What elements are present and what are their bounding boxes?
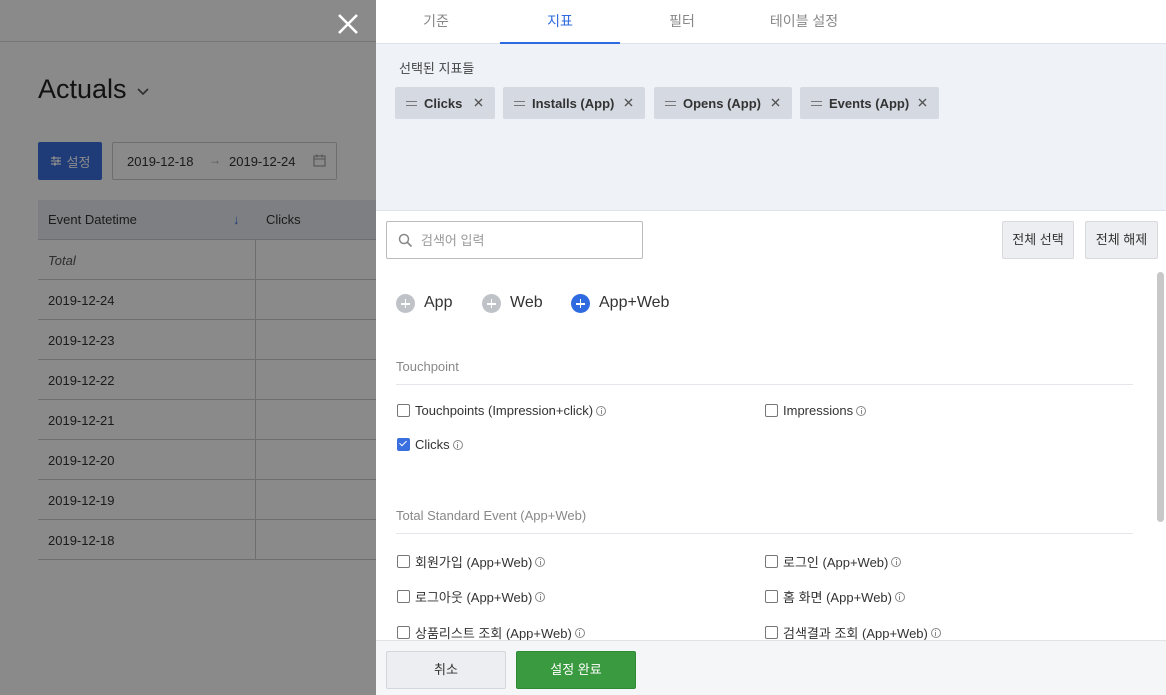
- section-title-touchpoint: Touchpoint: [396, 359, 459, 374]
- info-icon[interactable]: [894, 591, 905, 602]
- info-icon[interactable]: [535, 556, 546, 567]
- info-icon[interactable]: [452, 439, 463, 450]
- tab-metrics[interactable]: 지표: [500, 0, 620, 44]
- chip-label: Installs (App): [532, 96, 615, 111]
- remove-icon[interactable]: [917, 97, 928, 108]
- metric-chip-opens[interactable]: Opens (App): [654, 87, 792, 119]
- checkbox[interactable]: [397, 590, 410, 603]
- plus-circle-icon: [571, 294, 590, 313]
- drag-handle-icon[interactable]: [514, 101, 525, 106]
- scrollbar-thumb[interactable]: [1157, 272, 1164, 522]
- info-icon[interactable]: [535, 591, 546, 602]
- chip-label: Opens (App): [683, 96, 761, 111]
- info-icon[interactable]: [596, 405, 607, 416]
- metric-option[interactable]: 상품리스트 조회 (App+Web): [397, 623, 585, 640]
- tab-table-settings[interactable]: 테이블 설정: [744, 0, 864, 44]
- metric-chip-clicks[interactable]: Clicks: [395, 87, 495, 119]
- plus-circle-icon: [396, 294, 415, 313]
- close-icon[interactable]: [334, 10, 362, 38]
- chip-label: Events (App): [829, 96, 910, 111]
- checkbox[interactable]: [397, 438, 410, 452]
- checkbox[interactable]: [397, 555, 410, 568]
- remove-icon[interactable]: [770, 97, 781, 108]
- remove-icon[interactable]: [623, 97, 634, 108]
- metric-option[interactable]: Impressions: [765, 402, 867, 419]
- checkbox[interactable]: [397, 626, 410, 639]
- select-all-button[interactable]: 전체 선택: [1002, 221, 1074, 259]
- checkbox[interactable]: [397, 404, 410, 418]
- drag-handle-icon[interactable]: [406, 101, 417, 106]
- metric-option[interactable]: 회원가입 (App+Web): [397, 552, 546, 571]
- metric-label: Touchpoints (Impression+click): [415, 403, 594, 419]
- selected-metrics-title: 선택된 지표들: [399, 61, 475, 76]
- search-input[interactable]: [421, 230, 631, 250]
- tab-bar: 기준 지표 필터 테이블 설정: [376, 0, 1166, 44]
- search-icon: [398, 233, 413, 248]
- platform-label: Web: [510, 294, 543, 311]
- metric-chip-installs[interactable]: Installs (App): [503, 87, 645, 119]
- metric-label: 회원가입 (App+Web): [415, 555, 533, 570]
- metric-label: Impressions: [783, 403, 854, 419]
- drag-handle-icon[interactable]: [665, 101, 676, 106]
- metric-chip-events[interactable]: Events (App): [800, 87, 939, 119]
- info-icon[interactable]: [891, 556, 902, 567]
- section-title-standard-event: Total Standard Event (App+Web): [396, 508, 587, 523]
- metric-option[interactable]: 홈 화면 (App+Web): [765, 587, 905, 606]
- metrics-settings-drawer: 기준 지표 필터 테이블 설정 선택된 지표들 Clicks Installs …: [376, 0, 1166, 695]
- metric-option[interactable]: 로그인 (App+Web): [765, 552, 902, 571]
- checkbox[interactable]: [765, 590, 778, 603]
- platform-label: App: [424, 294, 453, 311]
- metric-label: 검색결과 조회 (App+Web): [783, 626, 928, 640]
- metric-search-box[interactable]: [386, 221, 643, 259]
- divider: [396, 384, 1133, 385]
- tab-criteria[interactable]: 기준: [376, 0, 496, 44]
- metric-label: 로그인 (App+Web): [783, 555, 889, 570]
- platform-label: App+Web: [599, 294, 670, 311]
- chip-label: Clicks: [424, 96, 463, 111]
- metric-option[interactable]: Clicks: [397, 436, 463, 452]
- info-icon[interactable]: [930, 627, 941, 638]
- drawer-footer: 취소 설정 완료: [376, 640, 1166, 695]
- apply-settings-button[interactable]: 설정 완료: [516, 651, 636, 689]
- remove-icon[interactable]: [473, 97, 484, 108]
- info-icon[interactable]: [856, 405, 867, 416]
- divider: [396, 533, 1133, 534]
- checkbox[interactable]: [765, 626, 778, 639]
- cancel-button[interactable]: 취소: [386, 651, 506, 689]
- info-icon[interactable]: [574, 627, 585, 638]
- metric-label: 홈 화면 (App+Web): [783, 590, 892, 605]
- metric-option[interactable]: 로그아웃 (App+Web): [397, 587, 546, 606]
- checkbox[interactable]: [765, 404, 778, 418]
- metric-label: 로그아웃 (App+Web): [415, 590, 533, 605]
- metric-option[interactable]: Touchpoints (Impression+click): [397, 402, 607, 419]
- metrics-list[interactable]: App Web App+Web Touchpoint Touchpoints (…: [376, 268, 1166, 640]
- metric-label: 상품리스트 조회 (App+Web): [415, 626, 572, 640]
- metric-label: Clicks: [415, 437, 450, 453]
- plus-circle-icon: [482, 294, 501, 313]
- drag-handle-icon[interactable]: [811, 101, 822, 106]
- checkbox[interactable]: [765, 555, 778, 568]
- metric-option[interactable]: 검색결과 조회 (App+Web): [765, 623, 941, 640]
- selected-metrics-area: 선택된 지표들 Clicks Installs (App) Opens (App…: [376, 44, 1166, 211]
- tab-filter[interactable]: 필터: [622, 0, 742, 44]
- deselect-all-button[interactable]: 전체 해제: [1085, 221, 1158, 259]
